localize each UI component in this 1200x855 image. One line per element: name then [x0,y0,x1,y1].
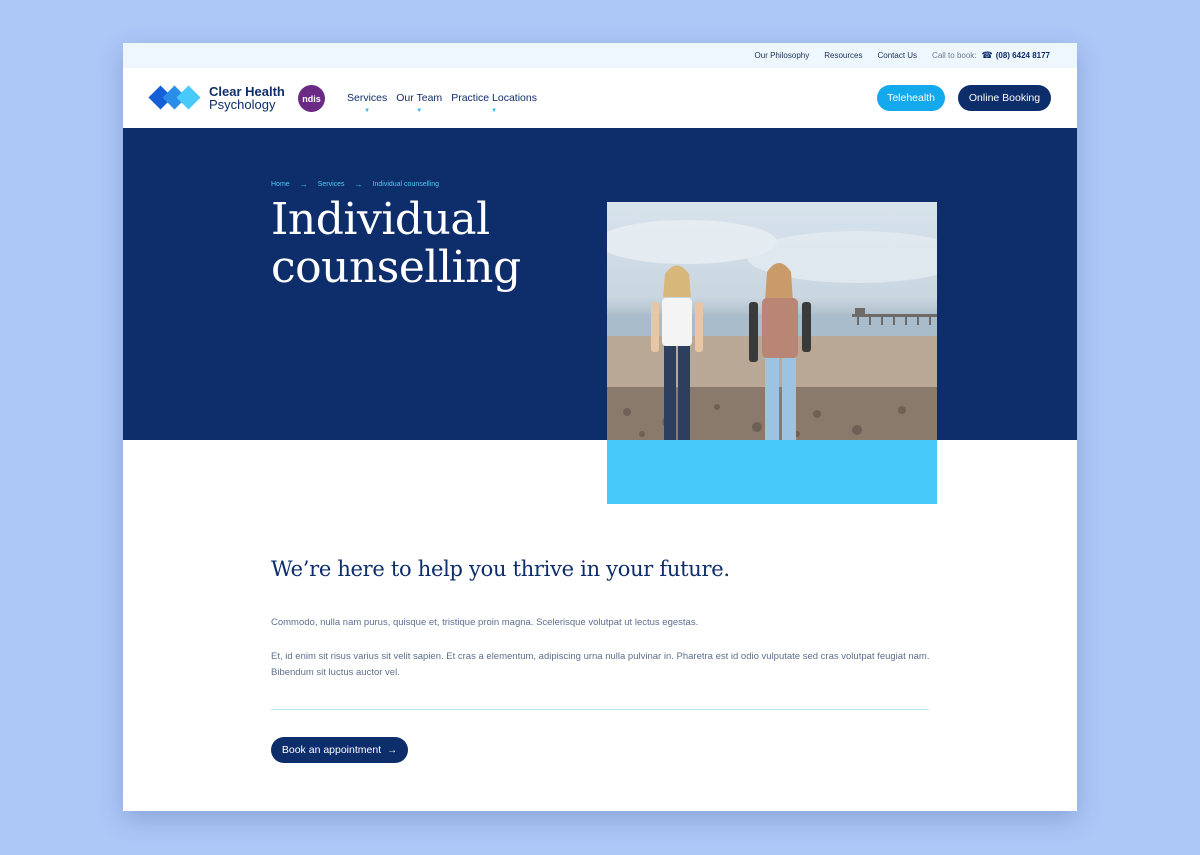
page-title: Individual counselling [271,194,521,293]
arrow-right-icon: → [299,180,308,189]
nav-practice-locations-label: Practice Locations [451,92,537,104]
chevron-down-icon: ▼ [364,108,371,114]
browser-frame: Our Philosophy Resources Contact Us Call… [123,43,1077,811]
link-contact-us[interactable]: Contact Us [877,51,917,60]
breadcrumb-home[interactable]: Home [271,181,290,188]
phone-icon: ☎ [981,50,993,60]
arrow-right-icon: → [387,744,398,756]
logo-diamonds-icon[interactable] [148,85,202,111]
chevron-down-icon: ▼ [491,108,498,114]
utility-bar: Our Philosophy Resources Contact Us Call… [123,43,1077,68]
link-our-philosophy[interactable]: Our Philosophy [755,51,810,60]
nav-services-label: Services [347,92,388,104]
phone-number[interactable]: (08) 6424 8177 [996,51,1050,60]
ndis-badge: ndis [298,85,325,112]
logo-wordmark[interactable]: Clear Health Psychology [209,85,285,111]
book-appointment-label: Book an appointment [281,744,382,756]
section-divider [271,709,929,710]
logo-line-2: Psychology [209,97,276,112]
online-booking-button[interactable]: Online Booking [958,85,1051,111]
photo-accent-block [607,440,937,504]
book-appointment-button[interactable]: Book an appointment → [271,737,408,763]
telehealth-button[interactable]: Telehealth [877,85,945,111]
call-label: Call to book: [932,51,977,60]
chevron-down-icon: ▼ [416,108,423,114]
breadcrumb-services[interactable]: Services [318,181,345,188]
nav-our-team-label: Our Team [396,92,443,104]
breadcrumb-current: Individual counselling [372,181,440,188]
nav-services[interactable]: Services ▼ [347,92,388,114]
body-paragraph-1: Commodo, nulla nam purus, quisque et, tr… [271,617,699,628]
body-paragraph-2: Et, id enim sit risus varius sit velit s… [271,651,930,678]
nav-our-team[interactable]: Our Team ▼ [396,92,443,114]
hero-photo [607,202,937,440]
arrow-right-icon: → [354,180,363,189]
site-header: Clear Health Psychology ndis Services ▼ … [123,68,1077,128]
hero-photo-illustration [607,220,937,440]
nav-practice-locations[interactable]: Practice Locations ▼ [451,92,537,114]
breadcrumb: Home → Services → Individual counselling [271,180,439,189]
link-resources[interactable]: Resources [824,51,862,60]
main-nav: Services ▼ Our Team ▼ Practice Locations… [347,92,546,114]
section-tagline: We’re here to help you thrive in your fu… [271,557,730,581]
